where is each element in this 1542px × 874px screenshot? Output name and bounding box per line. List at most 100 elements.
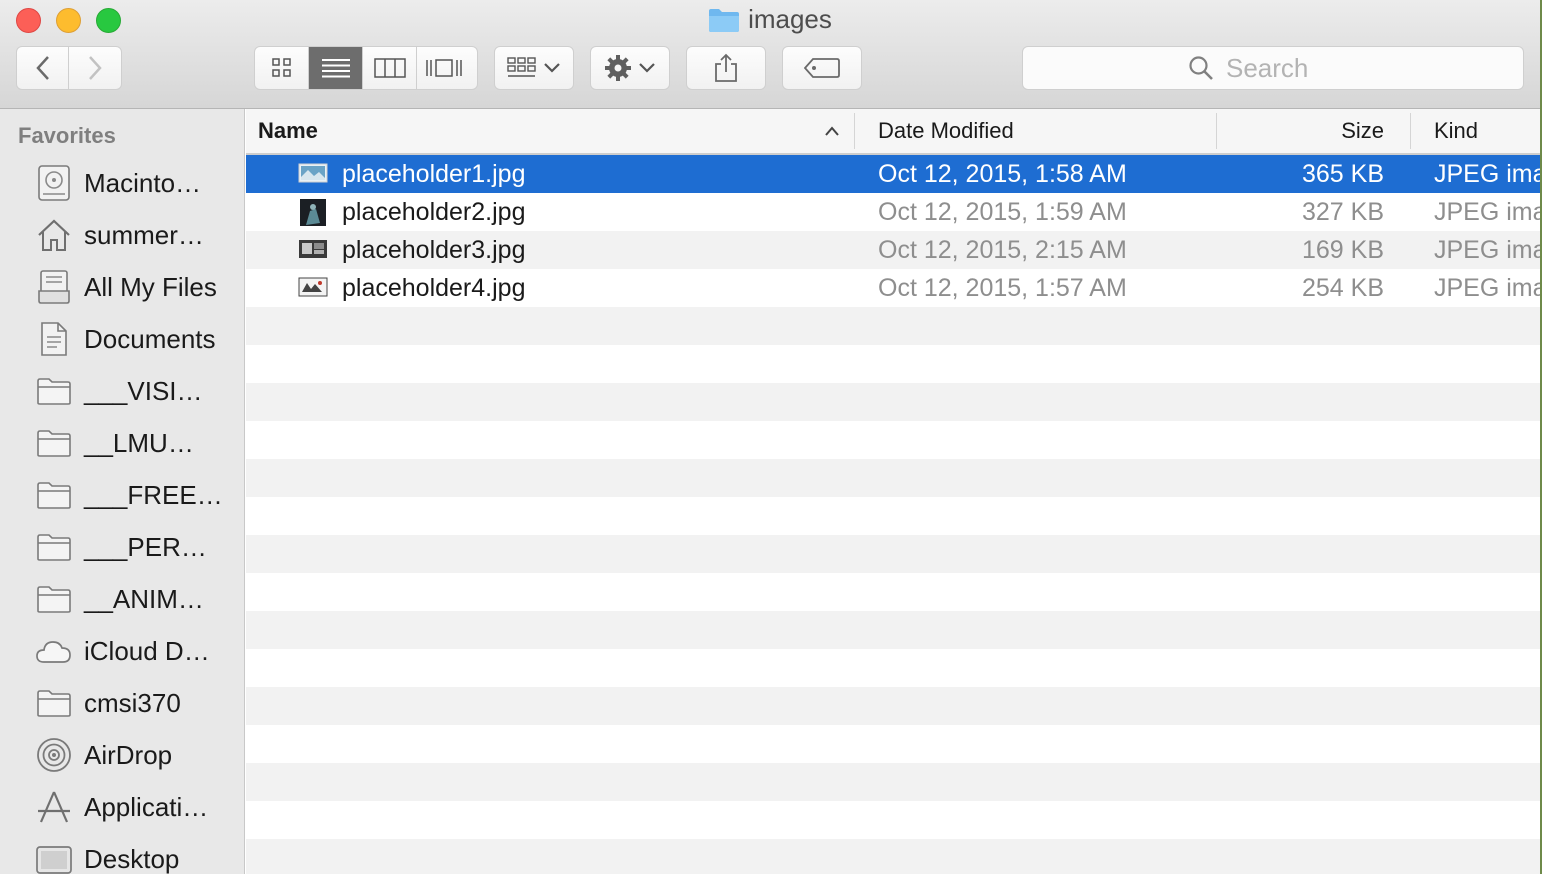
list-icon [321,59,350,78]
empty-row [246,839,1540,874]
folder-icon [34,579,74,619]
chevron-right-icon [89,56,102,80]
sidebar-item-folder-visi[interactable]: ___VISI… [0,365,244,417]
file-rows: placeholder1.jpg Oct 12, 2015, 1:58 AM 3… [246,155,1540,874]
image-thumbnail-icon [299,240,327,258]
sidebar-item-all-my-files[interactable]: All My Files [0,261,244,313]
sidebar-item-label: Applicati… [84,791,209,822]
sidebar-item-label: Documents [84,323,216,354]
column-view-button[interactable] [363,47,417,89]
sidebar-item-label: cmsi370 [84,687,181,718]
folder-icon [34,527,74,567]
share-button[interactable] [686,46,766,90]
back-button[interactable] [17,47,70,89]
file-date: Oct 12, 2015, 2:15 AM [878,236,1127,264]
file-date: Oct 12, 2015, 1:59 AM [878,198,1127,226]
column-header-kind-label: Kind [1434,118,1479,143]
tag-icon [804,58,840,78]
column-header-date-label: Date Modified [878,118,1014,143]
column-divider[interactable] [854,113,855,149]
folder-icon [709,8,740,32]
sidebar-item-cmsi370[interactable]: cmsi370 [0,677,244,729]
edit-tags-button[interactable] [782,46,862,90]
file-row[interactable]: placeholder3.jpg Oct 12, 2015, 2:15 AM 1… [246,231,1540,269]
desktop-icon [34,839,74,874]
sidebar: Favorites Macinto… summer… All My Files … [0,109,245,874]
forward-button[interactable] [69,47,121,89]
sidebar-item-folder-lmu[interactable]: __LMU… [0,417,244,469]
file-row[interactable]: placeholder2.jpg Oct 12, 2015, 1:59 AM 3… [246,193,1540,231]
empty-row [246,763,1540,801]
file-list: Name Date Modified Size Kind placeholder… [246,109,1540,874]
sidebar-item-folder-free[interactable]: ___FREE… [0,469,244,521]
folder-icon [34,683,74,723]
action-button[interactable] [590,46,670,90]
sidebar-item-label: iCloud D… [84,635,210,666]
sidebar-item-label: ___FREE… [84,479,223,510]
arrange-grid-icon [507,57,536,77]
documents-icon [34,319,74,359]
empty-row [246,383,1540,421]
empty-row [246,649,1540,687]
column-header-kind[interactable]: Kind [1434,109,1540,153]
image-thumbnail-icon [298,163,328,183]
airdrop-icon [34,735,74,775]
column-header-name[interactable]: Name [258,109,854,153]
empty-row [246,459,1540,497]
cover-flow-button[interactable] [417,47,471,89]
grid-icon [271,58,291,77]
icon-view-button[interactable] [255,47,309,89]
nav-buttons [16,46,122,90]
cloud-icon [34,631,74,671]
sidebar-item-label: __LMU… [84,427,194,458]
arrange-button[interactable] [494,46,574,90]
sidebar-item-airdrop[interactable]: AirDrop [0,729,244,781]
image-thumbnail-icon [300,199,326,226]
empty-row [246,307,1540,345]
sidebar-item-documents[interactable]: Documents [0,313,244,365]
sidebar-item-home[interactable]: summer… [0,209,244,261]
sidebar-item-applications[interactable]: Applicati… [0,781,244,833]
file-name: placeholder2.jpg [342,198,526,226]
search-input[interactable] [1224,51,1358,85]
empty-row [246,535,1540,573]
file-kind: JPEG image [1434,236,1540,264]
empty-row [246,687,1540,725]
folder-icon [34,475,74,515]
chevron-down-icon [544,63,560,73]
sort-ascending-icon [825,126,839,136]
sidebar-item-label: Macinto… [84,167,202,198]
sidebar-item-macintosh-hd[interactable]: Macinto… [0,157,244,209]
empty-row [246,801,1540,839]
sidebar-item-folder-per[interactable]: ___PER… [0,521,244,573]
window-title-text: images [748,4,832,34]
column-header-bar: Name Date Modified Size Kind [246,109,1540,155]
chevron-down-icon [639,63,655,73]
sidebar-item-label: AirDrop [84,739,173,770]
column-header-date[interactable]: Date Modified [878,109,1208,153]
empty-row [246,497,1540,535]
sidebar-item-label: __ANIM… [84,583,204,614]
file-size: 327 KB [1301,198,1384,226]
file-row[interactable]: placeholder1.jpg Oct 12, 2015, 1:58 AM 3… [246,155,1540,193]
file-date: Oct 12, 2015, 1:58 AM [878,160,1127,188]
cover-flow-icon [426,59,462,77]
all-files-icon [34,267,74,307]
sidebar-item-desktop[interactable]: Desktop [0,833,244,874]
column-divider[interactable] [1410,113,1411,149]
search-icon [1189,56,1213,80]
column-header-size-label: Size [1341,118,1384,143]
list-view-button[interactable] [309,47,363,89]
column-header-size[interactable]: Size [1218,109,1384,153]
titlebar-toolbar: images [0,0,1540,109]
column-divider[interactable] [1216,113,1217,149]
share-icon [715,53,737,82]
empty-row [246,611,1540,649]
sidebar-item-folder-anim[interactable]: __ANIM… [0,573,244,625]
search-field[interactable] [1022,46,1524,90]
chevron-left-icon [35,56,49,80]
sidebar-item-icloud-drive[interactable]: iCloud D… [0,625,244,677]
empty-row [246,421,1540,459]
empty-row [246,725,1540,763]
file-row[interactable]: placeholder4.jpg Oct 12, 2015, 1:57 AM 2… [246,269,1540,307]
